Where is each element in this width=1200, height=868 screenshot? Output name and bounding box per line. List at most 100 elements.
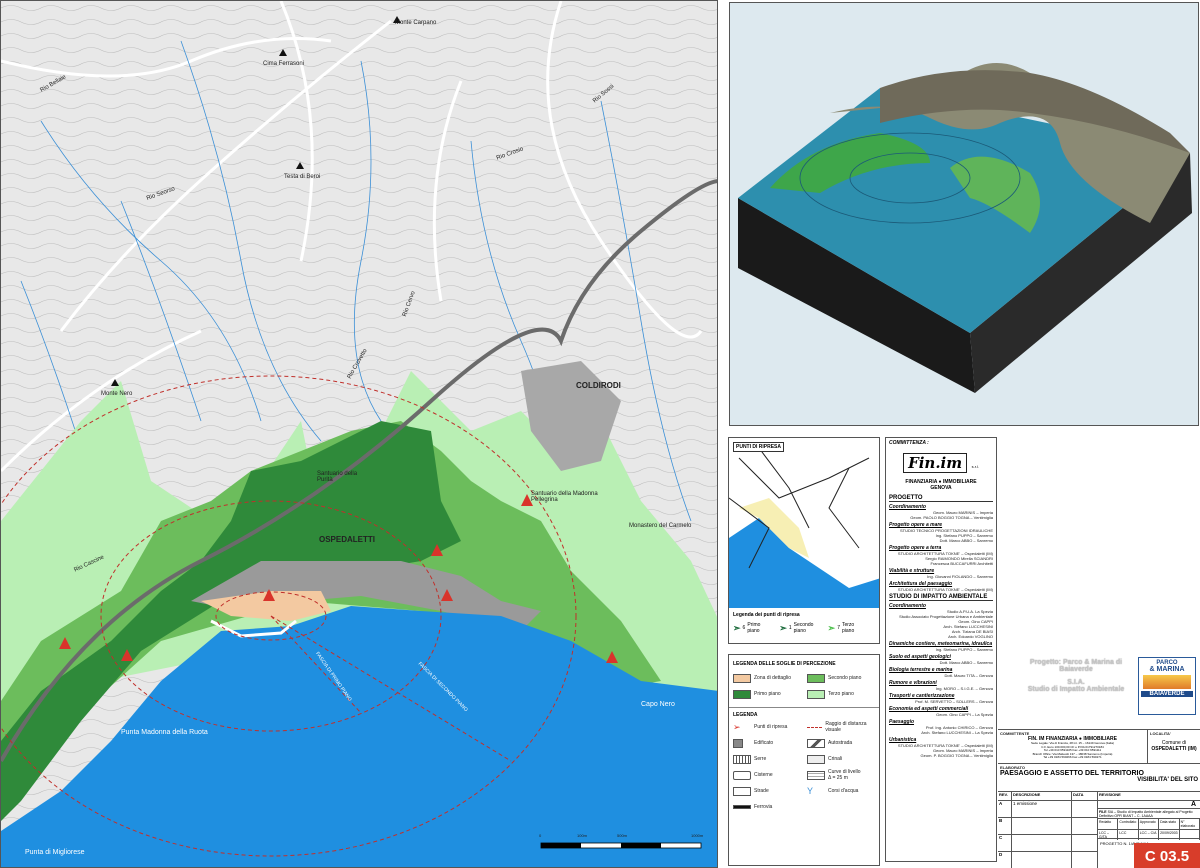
cartiglio-table: COMMITTENTE FIN. IM FINANZIARIA ● IMMOBI… <box>998 729 1200 868</box>
committenza-line: STUDIO ARCHITETTURA TOKNE' – Ospedaletti… <box>897 587 993 592</box>
perc-label: Terzo piano <box>828 691 854 697</box>
revision-data <box>1072 835 1098 851</box>
perc-legend-grid: Zona di dettaglio Secondo piano Primo pi… <box>729 671 879 701</box>
perc-item: Primo piano <box>733 687 801 701</box>
comune-name: OSPEDALETTI (IM) <box>1151 746 1197 752</box>
drawing-code: C 03.5 <box>1134 843 1200 868</box>
perc-label: Zona di dettaglio <box>754 675 791 681</box>
legend-label: Punti di ripresa <box>754 724 788 730</box>
sia-full: Studio di Impatto Ambientale <box>1027 686 1125 693</box>
committenza-header: COMMITTENZA : <box>889 440 929 446</box>
committenza-section-title: STUDIO DI IMPATTO AMBIENTALE <box>889 594 993 601</box>
legend-item: Strade <box>733 784 801 798</box>
legend-panel: LEGENDA DELLE SOGLIE DI PERCEZIONE Zona … <box>728 654 880 866</box>
revision-rev: C <box>998 835 1012 851</box>
project-title-line1: Progetto: Parco & Marina di <box>1029 659 1123 666</box>
relief-canvas <box>738 63 1192 393</box>
keymap-legend-label: Secondo piano <box>793 622 814 634</box>
legend-label: Cisterne <box>754 772 773 778</box>
revision-rev: D <box>998 852 1012 868</box>
keymap-legend-title: Legenda dei punti di ripresa <box>733 612 800 618</box>
localita-cell: LOCALITA' Comune di OSPEDALETTI (IM) <box>1148 730 1200 764</box>
scale-label-0: 0 <box>539 833 542 838</box>
perc-item: Terzo piano <box>807 687 875 701</box>
greenhouse-icon <box>733 754 751 764</box>
camera-green-icon: ➣ <box>733 622 741 633</box>
highway-icon <box>807 738 825 748</box>
finim-logo: Fin.im s.r.l. <box>886 453 996 473</box>
revision-data <box>1072 818 1098 834</box>
label-coldirodi: COLDIRODI <box>576 381 621 390</box>
label-ospedaletti: OSPEDALETTI <box>319 535 376 544</box>
keymap-legend: ➣ 6 Primo piano ➣ 1 Secondo piano ➣ 7 Te… <box>733 622 862 634</box>
keymap-legend-item-2: ➣ 1 Secondo piano <box>779 622 817 634</box>
meta-value <box>1179 829 1200 840</box>
label-santuario-purita: Santuario della Purità <box>317 471 358 483</box>
project-title: Progetto: Parco & Marina di Baiaverde S.… <box>1018 659 1134 693</box>
keymap-legend-num: 7 <box>837 625 840 631</box>
meta-value: 20/09/2003 <box>1159 829 1180 840</box>
legend-item: ➢ Punti di ripresa <box>733 720 801 734</box>
perc-legend-title: LEGENDA DELLE SOGLIE DI PERCEZIONE <box>733 661 836 667</box>
label-testa-di-beroi: Testa di Beroi <box>284 174 321 180</box>
label-capo-nero: Capo Nero <box>641 701 675 708</box>
revision-desc <box>1012 852 1072 868</box>
keymap-legend-label: Primo piano <box>747 622 761 634</box>
railway-icon <box>733 805 751 809</box>
file-text: SIA – Studio di Impatto Ambientale alleg… <box>1099 810 1193 818</box>
swatch-terzo <box>807 689 825 699</box>
camera-lightgreen-icon: ➣ <box>827 622 836 633</box>
label-monte-nero: Monte Nero <box>101 391 133 397</box>
swatch-dettaglio <box>733 673 751 683</box>
swatch-primo <box>733 689 751 699</box>
committenza-line: Geom. Gino CAPPI – La Spezia <box>936 712 993 717</box>
committenza-line: Arch. Edoardo VOGLINO <box>948 634 993 639</box>
perc-item: Secondo piano <box>807 671 875 685</box>
keymap-legend-num: 6 <box>742 625 746 631</box>
committenza-line: Geom. P. BOGGIO TOGNA – Ventimiglia <box>920 753 993 758</box>
committenza-line: Dott. Mauro TITA – Genova <box>944 673 993 678</box>
sunset-icon <box>1143 675 1191 689</box>
committenza-sections: PROGETTO Coordinamento Geom. Mauro MARINIS… <box>886 491 996 760</box>
elaborato-cell: ELABORATO PAESAGGIO E ASSETTO DEL TERRIT… <box>998 764 1200 792</box>
legend-label: Ferrovia <box>754 804 773 810</box>
revision-value: A <box>1098 801 1200 809</box>
file-cell: FILE SIA – Studio di Impatto Ambientale … <box>1098 809 1200 819</box>
logo-mid: & MARINA <box>1149 666 1185 673</box>
committenza-line: Prof. M. SERVETTO – SOLLERS – Genova <box>915 699 993 704</box>
contour-icon <box>807 770 825 780</box>
desc-col-header: DESCRIZIONE <box>1012 792 1072 800</box>
legend-item: Raggio di distanza visuale <box>807 720 875 734</box>
elaborato-title: PAESAGGIO E ASSETTO DEL TERRITORIO <box>1000 770 1144 777</box>
key-map-panel: PUNTI DI RIPRESA Legenda dei punti di ri… <box>728 437 880 644</box>
meta-header: Approvato <box>1139 819 1160 829</box>
committente-info-line: Tel +39 0184 590266 Fax +39 0184 590271 <box>1043 755 1102 759</box>
sia-label: S.I.A. <box>1067 679 1085 686</box>
committenza-line: Ing. Giovanni FIOLANDO – Sanremo <box>927 574 993 579</box>
parco-marina-logo: PARCO & MARINA BAIAVERDE <box>1138 657 1196 715</box>
revision-header: REV. DESCRIZIONE DATA REVISIONE <box>998 792 1200 801</box>
revision-desc <box>1012 818 1072 834</box>
main-map[interactable]: Monte Carpano Cima Ferrasoni Testa di Be… <box>0 0 718 868</box>
finim-logo-text: Fin.im <box>903 453 968 473</box>
swatch-secondo <box>807 673 825 683</box>
committenza-line: Dott. Marco ABBO – Sanremo <box>939 538 993 543</box>
legend-title: LEGENDA <box>733 712 758 718</box>
committenza-line: Geom. PAOLO BOGGIO TOGNA – Ventimiglia <box>910 515 993 520</box>
keymap-title: PUNTI DI RIPRESA <box>733 442 785 452</box>
legend-item: Edificato <box>733 736 801 750</box>
committenza-line: Arch. Stefano LUCCHESINI – La Spezia <box>921 730 993 735</box>
revision-data <box>1072 852 1098 868</box>
legend-item: Cisterne <box>733 768 801 782</box>
label-monastero: Monastero del Carmelo <box>629 523 692 529</box>
perc-label: Secondo piano <box>828 675 862 681</box>
meta-grid: Redatto Controllato Approvato Data stato N° … <box>1098 819 1200 840</box>
committente-info: Sede Legale: Via di Francia, 28 int. 15 … <box>1000 741 1145 760</box>
label-punta-madonna: Punta Madonna della Ruota <box>121 729 208 736</box>
legend-item: Curve di livello Δ = 25 m <box>807 768 875 782</box>
title-block-top <box>998 437 1200 587</box>
relief-3d-view <box>729 2 1199 426</box>
legend-label: Crinali <box>828 756 843 762</box>
camera-green-icon: ➣ <box>779 622 787 633</box>
revision-row: A1 emissione <box>998 801 1098 818</box>
